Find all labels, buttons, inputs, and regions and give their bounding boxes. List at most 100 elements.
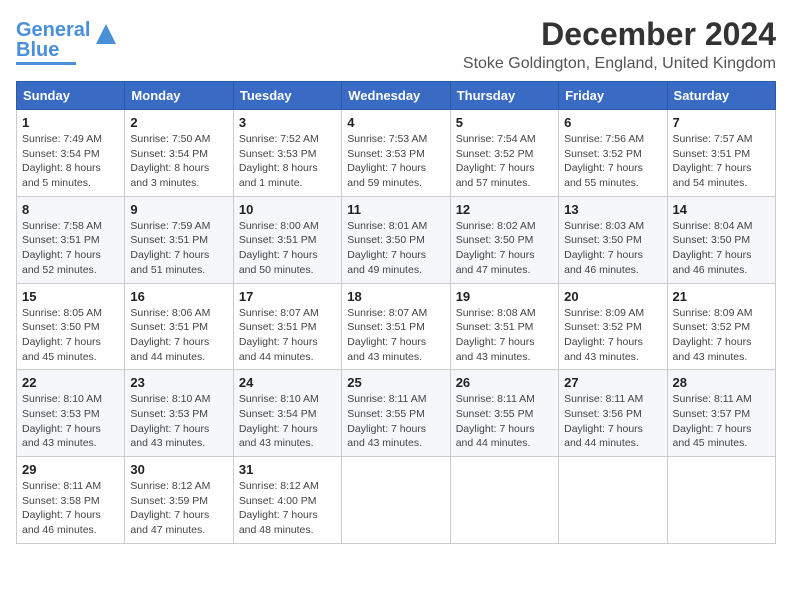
day-number: 1 [22,115,119,130]
calendar-week-1: 1 Sunrise: 7:49 AMSunset: 3:54 PMDaylight… [17,110,776,197]
day-number: 7 [673,115,770,130]
day-info: Sunrise: 7:59 AMSunset: 3:51 PMDaylight:… [130,219,227,278]
calendar-day-22: 22 Sunrise: 8:10 AMSunset: 3:53 PMDayligh… [17,370,125,457]
calendar-day-13: 13Sunrise: 8:03 AMSunset: 3:50 PMDayligh… [559,196,667,283]
calendar-day-1: 1 Sunrise: 7:49 AMSunset: 3:54 PMDaylight… [17,110,125,197]
day-info: Sunrise: 7:54 AMSunset: 3:52 PMDaylight:… [456,132,553,191]
empty-cell [559,457,667,544]
day-info: Sunrise: 8:11 AMSunset: 3:56 PMDaylight:… [564,392,661,451]
calendar-day-24: 24 Sunrise: 8:10 AMSunset: 3:54 PMDayligh… [233,370,341,457]
page-header: GeneralBlue December 2024 Stoke Goldingt… [16,16,776,73]
day-info: Sunrise: 8:10 AMSunset: 3:53 PMDaylight:… [130,392,227,451]
day-number: 20 [564,289,661,304]
calendar-day-27: 27 Sunrise: 8:11 AMSunset: 3:56 PMDayligh… [559,370,667,457]
day-number: 3 [239,115,336,130]
empty-cell [667,457,775,544]
day-number: 16 [130,289,227,304]
calendar-day-10: 10Sunrise: 8:00 AMSunset: 3:51 PMDayligh… [233,196,341,283]
page-title: December 2024 [463,16,776,53]
calendar-day-20: 20 Sunrise: 8:09 AMSunset: 3:52 PMDayligh… [559,283,667,370]
calendar-week-5: 29 Sunrise: 8:11 AMSunset: 3:58 PMDayligh… [17,457,776,544]
header-saturday: Saturday [667,82,775,110]
calendar-day-6: 6Sunrise: 7:56 AMSunset: 3:52 PMDaylight… [559,110,667,197]
logo: GeneralBlue [16,20,120,65]
day-info: Sunrise: 8:12 AMSunset: 3:59 PMDaylight:… [130,479,227,538]
day-info: Sunrise: 8:07 AMSunset: 3:51 PMDaylight:… [239,306,336,365]
day-number: 6 [564,115,661,130]
calendar-day-5: 5 Sunrise: 7:54 AMSunset: 3:52 PMDaylight… [450,110,558,197]
day-number: 22 [22,375,119,390]
header-tuesday: Tuesday [233,82,341,110]
day-info: Sunrise: 8:09 AMSunset: 3:52 PMDaylight:… [673,306,770,365]
empty-cell [450,457,558,544]
header-sunday: Sunday [17,82,125,110]
day-info: Sunrise: 8:02 AMSunset: 3:50 PMDaylight:… [456,219,553,278]
day-number: 29 [22,462,119,477]
calendar-header-row: SundayMondayTuesdayWednesdayThursdayFrid… [17,82,776,110]
calendar-day-17: 17 Sunrise: 8:07 AMSunset: 3:51 PMDayligh… [233,283,341,370]
day-info: Sunrise: 8:11 AMSunset: 3:58 PMDaylight:… [22,479,119,538]
day-info: Sunrise: 7:50 AMSunset: 3:54 PMDaylight:… [130,132,227,191]
header-monday: Monday [125,82,233,110]
day-number: 2 [130,115,227,130]
day-number: 18 [347,289,444,304]
calendar-day-23: 23 Sunrise: 8:10 AMSunset: 3:53 PMDayligh… [125,370,233,457]
day-info: Sunrise: 8:03 AMSunset: 3:50 PMDaylight:… [564,219,661,278]
day-info: Sunrise: 8:04 AMSunset: 3:50 PMDaylight:… [673,219,770,278]
calendar-day-19: 19 Sunrise: 8:08 AMSunset: 3:51 PMDayligh… [450,283,558,370]
calendar-table: SundayMondayTuesdayWednesdayThursdayFrid… [16,81,776,544]
calendar-day-26: 26 Sunrise: 8:11 AMSunset: 3:55 PMDayligh… [450,370,558,457]
calendar-day-8: 8Sunrise: 7:58 AMSunset: 3:51 PMDaylight… [17,196,125,283]
calendar-day-29: 29 Sunrise: 8:11 AMSunset: 3:58 PMDayligh… [17,457,125,544]
calendar-day-9: 9 Sunrise: 7:59 AMSunset: 3:51 PMDaylight… [125,196,233,283]
calendar-week-3: 15Sunrise: 8:05 AMSunset: 3:50 PMDayligh… [17,283,776,370]
day-info: Sunrise: 7:52 AMSunset: 3:53 PMDaylight:… [239,132,336,191]
calendar-day-28: 28Sunrise: 8:11 AMSunset: 3:57 PMDayligh… [667,370,775,457]
calendar-day-12: 12Sunrise: 8:02 AMSunset: 3:50 PMDayligh… [450,196,558,283]
day-number: 24 [239,375,336,390]
day-number: 15 [22,289,119,304]
calendar-day-21: 21 Sunrise: 8:09 AMSunset: 3:52 PMDayligh… [667,283,775,370]
day-number: 9 [130,202,227,217]
day-info: Sunrise: 8:11 AMSunset: 3:55 PMDaylight:… [456,392,553,451]
page-subtitle: Stoke Goldington, England, United Kingdo… [463,55,776,73]
day-number: 5 [456,115,553,130]
day-info: Sunrise: 8:11 AMSunset: 3:55 PMDaylight:… [347,392,444,451]
day-info: Sunrise: 8:01 AMSunset: 3:50 PMDaylight:… [347,219,444,278]
calendar-day-7: 7Sunrise: 7:57 AMSunset: 3:51 PMDaylight… [667,110,775,197]
calendar-day-16: 16 Sunrise: 8:06 AMSunset: 3:51 PMDayligh… [125,283,233,370]
logo-text: GeneralBlue [16,20,90,60]
calendar-day-15: 15Sunrise: 8:05 AMSunset: 3:50 PMDayligh… [17,283,125,370]
day-info: Sunrise: 8:09 AMSunset: 3:52 PMDaylight:… [564,306,661,365]
header-wednesday: Wednesday [342,82,450,110]
calendar-day-11: 11Sunrise: 8:01 AMSunset: 3:50 PMDayligh… [342,196,450,283]
calendar-day-4: 4 Sunrise: 7:53 AMSunset: 3:53 PMDaylight… [342,110,450,197]
header-friday: Friday [559,82,667,110]
day-info: Sunrise: 8:10 AMSunset: 3:53 PMDaylight:… [22,392,119,451]
day-number: 26 [456,375,553,390]
logo-icon [92,20,120,48]
day-number: 27 [564,375,661,390]
calendar-week-2: 8Sunrise: 7:58 AMSunset: 3:51 PMDaylight… [17,196,776,283]
day-info: Sunrise: 8:08 AMSunset: 3:51 PMDaylight:… [456,306,553,365]
day-number: 4 [347,115,444,130]
day-number: 17 [239,289,336,304]
header-thursday: Thursday [450,82,558,110]
day-number: 8 [22,202,119,217]
day-number: 28 [673,375,770,390]
calendar-day-2: 2 Sunrise: 7:50 AMSunset: 3:54 PMDaylight… [125,110,233,197]
title-block: December 2024 Stoke Goldington, England,… [463,16,776,73]
calendar-day-18: 18Sunrise: 8:07 AMSunset: 3:51 PMDayligh… [342,283,450,370]
day-number: 31 [239,462,336,477]
day-info: Sunrise: 7:53 AMSunset: 3:53 PMDaylight:… [347,132,444,191]
day-info: Sunrise: 8:10 AMSunset: 3:54 PMDaylight:… [239,392,336,451]
calendar-day-25: 25Sunrise: 8:11 AMSunset: 3:55 PMDayligh… [342,370,450,457]
calendar-day-31: 31Sunrise: 8:12 AMSunset: 4:00 PMDayligh… [233,457,341,544]
day-number: 19 [456,289,553,304]
day-number: 10 [239,202,336,217]
calendar-day-30: 30Sunrise: 8:12 AMSunset: 3:59 PMDayligh… [125,457,233,544]
day-info: Sunrise: 8:06 AMSunset: 3:51 PMDaylight:… [130,306,227,365]
day-info: Sunrise: 7:49 AMSunset: 3:54 PMDaylight:… [22,132,119,191]
day-number: 21 [673,289,770,304]
day-number: 23 [130,375,227,390]
